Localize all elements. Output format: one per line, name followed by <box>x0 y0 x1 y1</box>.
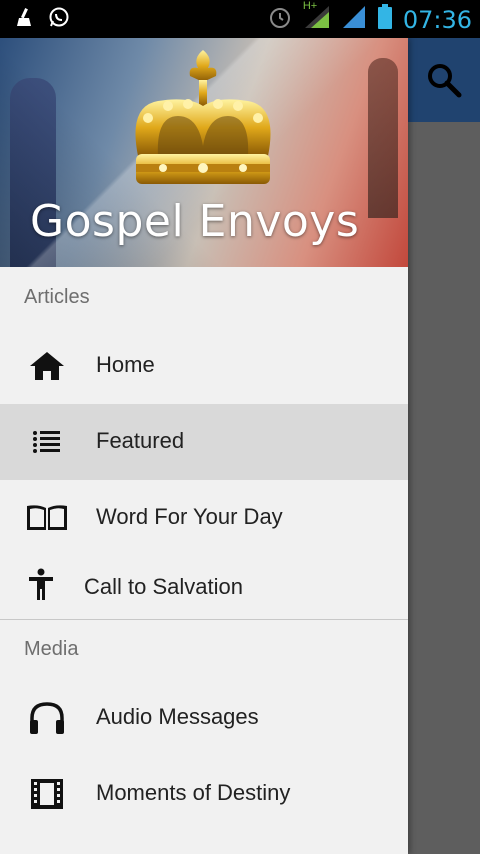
person-icon <box>29 568 53 600</box>
network-type: H+ <box>302 0 318 12</box>
film-icon <box>31 779 63 809</box>
book-icon <box>27 505 67 530</box>
nav-item-audio-messages[interactable]: Audio Messages <box>0 680 408 756</box>
app-title: Gospel Envoys <box>30 196 360 247</box>
nav-item-word-for-your-day[interactable]: Word For Your Day <box>0 480 408 556</box>
crown-icon <box>135 50 271 184</box>
nav-item-call-to-salvation[interactable]: Call to Salvation <box>0 550 408 620</box>
section-label-media: Media <box>24 638 79 660</box>
battery-icon <box>377 4 393 35</box>
section-divider <box>0 619 408 620</box>
search-button[interactable] <box>424 60 464 100</box>
nav-item-label: Moments of Destiny <box>96 780 291 805</box>
section-label-articles: Articles <box>24 286 90 308</box>
nav-item-label: Word For Your Day <box>96 504 283 529</box>
signal-icon <box>341 4 367 35</box>
navigation-drawer: Gospel Envoys Articles Home Featured Wor… <box>0 38 408 854</box>
headphones-icon <box>30 702 64 734</box>
alarm-icon <box>267 4 293 35</box>
status-left-icons <box>14 6 70 33</box>
whatsapp-icon <box>48 6 70 33</box>
status-right-icons: H+ 07:36 <box>267 0 472 35</box>
signal-icon: H+ <box>303 0 331 35</box>
nav-item-moments-of-destiny[interactable]: Moments of Destiny <box>0 756 408 832</box>
nav-item-label: Featured <box>96 428 185 453</box>
list-icon <box>33 431 60 453</box>
nav-item-label: Call to Salvation <box>84 574 243 599</box>
status-clock: 07:36 <box>402 5 472 34</box>
search-icon <box>428 64 462 98</box>
status-bar: H+ 07:36 <box>0 0 480 38</box>
nav-item-home[interactable]: Home <box>0 328 408 404</box>
nav-item-featured[interactable]: Featured <box>0 404 408 480</box>
home-icon <box>30 352 64 380</box>
cleaner-icon <box>14 6 34 33</box>
nav-item-label: Audio Messages <box>96 704 259 729</box>
nav-item-label: Home <box>96 352 155 377</box>
drawer-header: Gospel Envoys <box>0 38 408 267</box>
